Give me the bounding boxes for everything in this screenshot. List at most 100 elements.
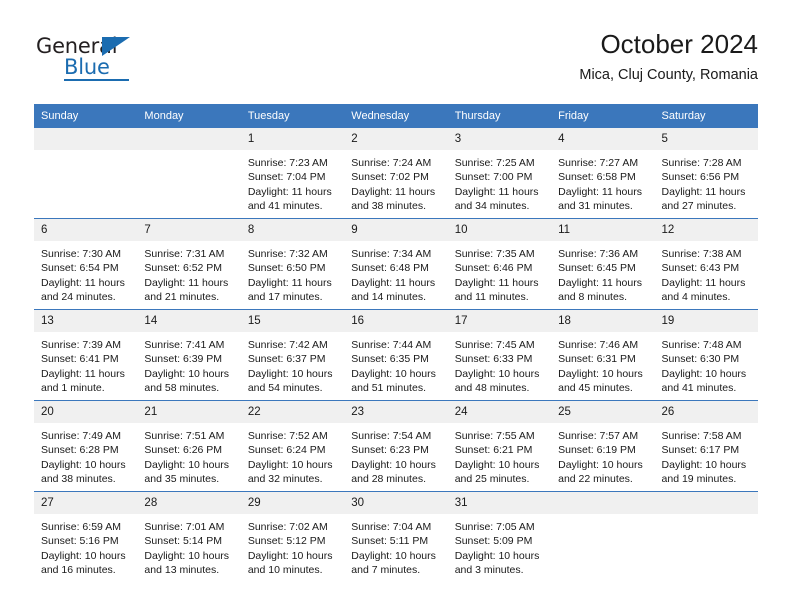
calendar-day-cell[interactable]: 7 Sunrise: 7:31 AM Sunset: 6:52 PM Daylight… bbox=[137, 218, 241, 310]
weekday-header-friday: Friday bbox=[551, 104, 655, 128]
day-detail-line: Sunrise: 7:57 AM bbox=[558, 430, 639, 442]
calendar-day-cell[interactable]: 11 Sunrise: 7:36 AM Sunset: 6:45 PM Dayligh… bbox=[551, 218, 655, 310]
day-detail-line: Daylight: 10 hours bbox=[41, 549, 126, 562]
day-number bbox=[137, 128, 241, 150]
day-detail-line: and 8 minutes. bbox=[558, 291, 627, 304]
day-details: Sunrise: 7:48 AM Sunset: 6:30 PM Daylight:… bbox=[655, 332, 758, 396]
generalblue-logo: General Blue bbox=[34, 34, 164, 82]
calendar-day-cell[interactable]: 26 Sunrise: 7:58 AM Sunset: 6:17 PM Dayligh… bbox=[654, 400, 758, 492]
day-detail-line: Sunrise: 7:35 AM bbox=[454, 248, 535, 260]
calendar-day-cell[interactable]: 8 Sunrise: 7:32 AM Sunset: 6:50 PM Daylight… bbox=[240, 218, 345, 310]
day-details: Sunrise: 7:55 AM Sunset: 6:21 PM Daylight:… bbox=[448, 423, 551, 487]
calendar-day-cell[interactable]: 15 Sunrise: 7:42 AM Sunset: 6:37 PM Dayligh… bbox=[240, 309, 345, 401]
weekday-header-tuesday: Tuesday bbox=[240, 104, 345, 128]
day-detail-line: and 35 minutes. bbox=[144, 473, 220, 486]
day-detail-line: and 31 minutes. bbox=[558, 200, 633, 213]
calendar-day-cell[interactable]: 1 Sunrise: 7:23 AM Sunset: 7:04 PM Daylight… bbox=[240, 128, 345, 219]
calendar-day-cell[interactable]: 28 Sunrise: 7:01 AM Sunset: 5:14 PM Dayligh… bbox=[137, 491, 241, 582]
day-detail-line: and 28 minutes. bbox=[351, 473, 426, 486]
calendar-day-cell[interactable]: 23 Sunrise: 7:54 AM Sunset: 6:23 PM Dayligh… bbox=[344, 400, 448, 492]
day-detail-line: and 25 minutes. bbox=[454, 473, 530, 486]
day-number: 28 bbox=[137, 492, 241, 514]
day-detail-line: Daylight: 10 hours bbox=[247, 458, 333, 471]
day-details: Sunrise: 7:54 AM Sunset: 6:23 PM Daylight:… bbox=[344, 423, 447, 487]
day-detail-line: Sunset: 6:19 PM bbox=[558, 444, 636, 457]
day-detail-line: Daylight: 11 hours bbox=[558, 276, 642, 289]
calendar-day-cell[interactable]: 9 Sunrise: 7:34 AM Sunset: 6:48 PM Daylight… bbox=[344, 218, 448, 310]
calendar-table: Sunday Monday Tuesday Wednesday Thursday Frid… bbox=[34, 104, 758, 582]
day-detail-line: and 16 minutes. bbox=[41, 564, 116, 577]
day-detail-line: and 11 minutes. bbox=[454, 291, 529, 304]
day-details: Sunrise: 7:42 AM Sunset: 6:37 PM Daylight:… bbox=[241, 332, 344, 396]
day-detail-line: Sunrise: 7:54 AM bbox=[351, 430, 432, 442]
day-detail-line: Sunrise: 7:49 AM bbox=[41, 430, 121, 442]
day-detail-line: Sunset: 6:50 PM bbox=[247, 262, 326, 275]
calendar-day-cell[interactable]: 6 Sunrise: 7:30 AM Sunset: 6:54 PM Daylight… bbox=[34, 218, 138, 310]
day-detail-line: and 58 minutes. bbox=[144, 382, 220, 395]
day-detail-line: and 3 minutes. bbox=[454, 564, 524, 577]
day-details: Sunrise: 7:57 AM Sunset: 6:19 PM Daylight:… bbox=[551, 423, 654, 487]
weekday-header-row: Sunday Monday Tuesday Wednesday Thursday Frid… bbox=[34, 104, 758, 128]
calendar-day-cell[interactable]: 21 Sunrise: 7:51 AM Sunset: 6:26 PM Dayligh… bbox=[137, 400, 241, 492]
day-detail-line: and 34 minutes. bbox=[454, 200, 530, 213]
day-detail-line: and 32 minutes. bbox=[247, 473, 323, 486]
day-detail-line: Sunrise: 7:28 AM bbox=[661, 157, 742, 169]
day-details: Sunrise: 7:45 AM Sunset: 6:33 PM Daylight:… bbox=[448, 332, 551, 396]
calendar-day-cell[interactable]: 3 Sunrise: 7:25 AM Sunset: 7:00 PM Daylight… bbox=[447, 128, 552, 219]
day-detail-line: Sunrise: 7:25 AM bbox=[454, 157, 535, 169]
day-detail-line: and 38 minutes. bbox=[351, 200, 426, 213]
calendar-day-cell[interactable]: 13 Sunrise: 7:39 AM Sunset: 6:41 PM Dayligh… bbox=[34, 309, 138, 401]
title-block: October 2024 Mica, Cluj County, Romania bbox=[579, 28, 758, 86]
day-detail-line: Sunrise: 7:45 AM bbox=[454, 339, 535, 351]
day-number: 30 bbox=[344, 492, 448, 514]
day-detail-line: Daylight: 11 hours bbox=[661, 185, 746, 198]
day-detail-line: Sunrise: 7:55 AM bbox=[454, 430, 535, 442]
calendar-day-cell[interactable]: 25 Sunrise: 7:57 AM Sunset: 6:19 PM Dayligh… bbox=[551, 400, 655, 492]
day-detail-line: Daylight: 10 hours bbox=[558, 367, 643, 380]
calendar-day-cell[interactable]: 10 Sunrise: 7:35 AM Sunset: 6:46 PM Dayligh… bbox=[447, 218, 552, 310]
calendar-day-cell[interactable]: 29 Sunrise: 7:02 AM Sunset: 5:12 PM Dayligh… bbox=[240, 491, 345, 582]
calendar-week-row: 13 Sunrise: 7:39 AM Sunset: 6:41 PM Dayligh… bbox=[34, 309, 758, 401]
calendar-day-cell[interactable]: 24 Sunrise: 7:55 AM Sunset: 6:21 PM Dayligh… bbox=[447, 400, 552, 492]
day-number: 3 bbox=[447, 128, 552, 150]
day-number: 27 bbox=[34, 492, 138, 514]
day-details: Sunrise: 7:52 AM Sunset: 6:24 PM Daylight:… bbox=[241, 423, 344, 487]
day-number bbox=[654, 492, 758, 514]
day-detail-line: Sunrise: 7:27 AM bbox=[558, 157, 639, 169]
day-detail-line: Sunrise: 7:41 AM bbox=[144, 339, 225, 351]
day-detail-line: Sunrise: 7:52 AM bbox=[247, 430, 328, 442]
calendar-page: General Blue October 2024 Mica, Cluj Cou… bbox=[0, 0, 792, 612]
calendar-day-cell-empty bbox=[654, 491, 758, 582]
day-number: 26 bbox=[654, 401, 758, 423]
day-detail-line: and 41 minutes. bbox=[661, 382, 737, 395]
day-detail-line: Daylight: 11 hours bbox=[41, 367, 125, 380]
calendar-day-cell[interactable]: 14 Sunrise: 7:41 AM Sunset: 6:39 PM Dayligh… bbox=[137, 309, 241, 401]
day-details: Sunrise: 7:28 AM Sunset: 6:56 PM Daylight:… bbox=[655, 150, 758, 214]
day-number: 2 bbox=[344, 128, 448, 150]
calendar-day-cell[interactable]: 27 Sunrise: 6:59 AM Sunset: 5:16 PM Dayligh… bbox=[34, 491, 138, 582]
day-detail-line: Sunset: 6:30 PM bbox=[661, 353, 740, 366]
calendar-day-cell[interactable]: 30 Sunrise: 7:04 AM Sunset: 5:11 PM Dayligh… bbox=[344, 491, 448, 582]
calendar-day-cell[interactable]: 2 Sunrise: 7:24 AM Sunset: 7:02 PM Daylight… bbox=[344, 128, 448, 219]
calendar-day-cell[interactable]: 22 Sunrise: 7:52 AM Sunset: 6:24 PM Dayligh… bbox=[240, 400, 345, 492]
calendar-day-cell[interactable]: 4 Sunrise: 7:27 AM Sunset: 6:58 PM Daylight… bbox=[551, 128, 655, 219]
day-number: 22 bbox=[240, 401, 345, 423]
calendar-day-cell[interactable]: 16 Sunrise: 7:44 AM Sunset: 6:35 PM Dayligh… bbox=[344, 309, 448, 401]
calendar-day-cell[interactable]: 5 Sunrise: 7:28 AM Sunset: 6:56 PM Daylight… bbox=[654, 128, 758, 219]
day-details: Sunrise: 7:38 AM Sunset: 6:43 PM Daylight:… bbox=[655, 241, 758, 305]
calendar-day-cell[interactable]: 19 Sunrise: 7:48 AM Sunset: 6:30 PM Dayligh… bbox=[654, 309, 758, 401]
calendar-day-cell[interactable]: 31 Sunrise: 7:05 AM Sunset: 5:09 PM Dayligh… bbox=[447, 491, 552, 582]
day-number: 12 bbox=[654, 219, 758, 241]
calendar-day-cell[interactable]: 20 Sunrise: 7:49 AM Sunset: 6:28 PM Dayligh… bbox=[34, 400, 138, 492]
day-number: 5 bbox=[654, 128, 758, 150]
calendar-day-cell[interactable]: 12 Sunrise: 7:38 AM Sunset: 6:43 PM Dayligh… bbox=[654, 218, 758, 310]
day-detail-line: Sunrise: 7:46 AM bbox=[558, 339, 639, 351]
day-details: Sunrise: 7:23 AM Sunset: 7:04 PM Daylight:… bbox=[241, 150, 344, 214]
calendar-day-cell[interactable]: 18 Sunrise: 7:46 AM Sunset: 6:31 PM Dayligh… bbox=[551, 309, 655, 401]
day-details: Sunrise: 7:46 AM Sunset: 6:31 PM Daylight:… bbox=[551, 332, 654, 396]
calendar-day-cell[interactable]: 17 Sunrise: 7:45 AM Sunset: 6:33 PM Dayligh… bbox=[447, 309, 552, 401]
day-detail-line: Sunrise: 7:04 AM bbox=[351, 521, 432, 533]
day-detail-line: and 54 minutes. bbox=[247, 382, 323, 395]
day-detail-line: Sunrise: 7:23 AM bbox=[247, 157, 328, 169]
day-detail-line: Sunset: 7:04 PM bbox=[247, 171, 326, 184]
